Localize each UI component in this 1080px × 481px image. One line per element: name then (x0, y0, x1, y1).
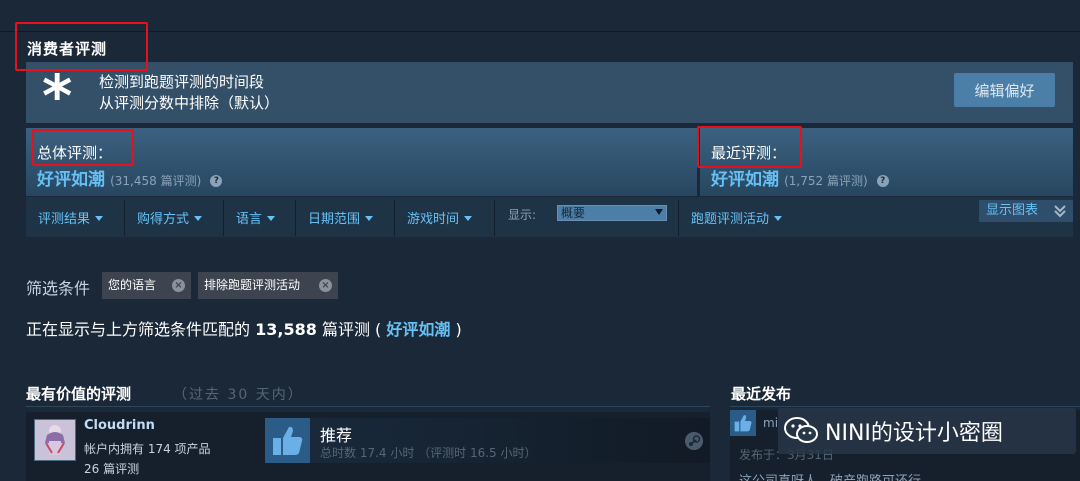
recent-review-score[interactable]: 好评如潮 (711, 170, 779, 190)
notice-line-1: 检测到跑题评测的时间段 (99, 73, 265, 91)
filter-review-type[interactable]: 评测结果 (38, 208, 104, 227)
thumbs-up-badge (265, 418, 310, 463)
asterisk-icon: * (42, 62, 73, 130)
thumbs-up-badge (730, 410, 756, 436)
caret-down-icon (95, 216, 104, 221)
thumbs-up-icon (734, 415, 752, 432)
divider (26, 406, 710, 407)
showing-count-text: 正在显示与上方筛选条件匹配的 13,588 篇评测 ( 好评如潮 ) (26, 320, 462, 339)
watermark: NINI的设计小密圈 (783, 414, 1003, 448)
divider (730, 406, 1080, 407)
avatar-figure-icon (45, 425, 65, 455)
recent-review-count: (1,752 篇评测) (784, 174, 868, 188)
playtime-hours: 总时数 17.4 小时 （评测时 16.5 小时） (320, 446, 537, 460)
overall-review-score-row: 好评如潮 (31,458 篇评测) ? (37, 165, 223, 190)
display-select[interactable]: 概要 (557, 205, 667, 221)
filter-playtime[interactable]: 游戏时间 (407, 208, 473, 227)
most-helpful-subtitle: （过去 30 天内） (173, 387, 304, 403)
overall-review-count: (31,458 篇评测) (110, 174, 202, 188)
filter-language[interactable]: 语言 (236, 208, 276, 227)
highlight-box-title (15, 22, 148, 71)
filter-separator (494, 200, 495, 236)
notice-line-2: 从评测分数中排除（默认） (99, 94, 280, 112)
rating-label: 好评如潮 (386, 320, 451, 339)
filter-chip-exclude-offtopic[interactable]: 排除跑题评测活动 × (198, 272, 338, 299)
filter-separator (394, 200, 395, 236)
overall-review-score[interactable]: 好评如潮 (37, 170, 105, 190)
reviewer-review-count[interactable]: 26 篇评测 (84, 460, 139, 477)
help-icon[interactable]: ? (210, 175, 223, 187)
caret-down-icon (464, 216, 473, 221)
remove-filter-icon[interactable]: × (172, 279, 185, 292)
reviewer-name[interactable]: Cloudrinn (84, 418, 155, 433)
highlight-box-recent (697, 126, 802, 168)
filter-separator (124, 200, 125, 236)
remove-filter-icon[interactable]: × (319, 279, 332, 292)
show-graph-button[interactable]: 显示图表 (979, 200, 1073, 222)
review-count: 13,588 (255, 320, 317, 339)
wechat-icon (784, 417, 818, 443)
edit-preferences-button[interactable]: 编辑偏好 (954, 73, 1055, 107)
filter-separator (223, 200, 224, 236)
help-icon[interactable]: ? (876, 175, 889, 187)
caret-down-icon (194, 216, 203, 221)
highlight-box-overall (32, 129, 134, 166)
reviewer-products-owned: 帐户内拥有 174 项产品 (84, 442, 211, 456)
display-label: 显示: (508, 208, 537, 222)
recent-reviewer-name[interactable]: mi (763, 416, 778, 430)
recent-review-score-row: 好评如潮 (1,752 篇评测) ? (711, 165, 889, 190)
caret-down-icon (774, 216, 783, 221)
double-chevron-down-icon (1054, 205, 1066, 218)
recently-posted-title: 最近发布 (731, 385, 792, 403)
most-helpful-title: 最有价值的评测 (26, 385, 132, 403)
filter-date-range[interactable]: 日期范围 (308, 208, 374, 227)
filter-chip-your-language[interactable]: 您的语言 × (102, 272, 191, 299)
active-filters-label: 筛选条件 (26, 279, 91, 298)
dropdown-arrow-icon (655, 209, 663, 215)
recent-review-text: 这公司真呀人，破产跑路可还行 (739, 470, 921, 481)
steam-icon (685, 432, 703, 450)
caret-down-icon (267, 216, 276, 221)
filter-offtopic-activity[interactable]: 跑题评测活动 (691, 208, 783, 227)
verdict-label: 推荐 (320, 426, 353, 445)
caret-down-icon (365, 216, 374, 221)
thumbs-up-icon (273, 426, 303, 455)
top-divider (0, 31, 1080, 32)
watermark-text: NINI的设计小密圈 (825, 421, 1003, 446)
filter-separator (678, 200, 679, 236)
filter-separator (295, 200, 296, 236)
filter-purchase-type[interactable]: 购得方式 (137, 208, 203, 227)
